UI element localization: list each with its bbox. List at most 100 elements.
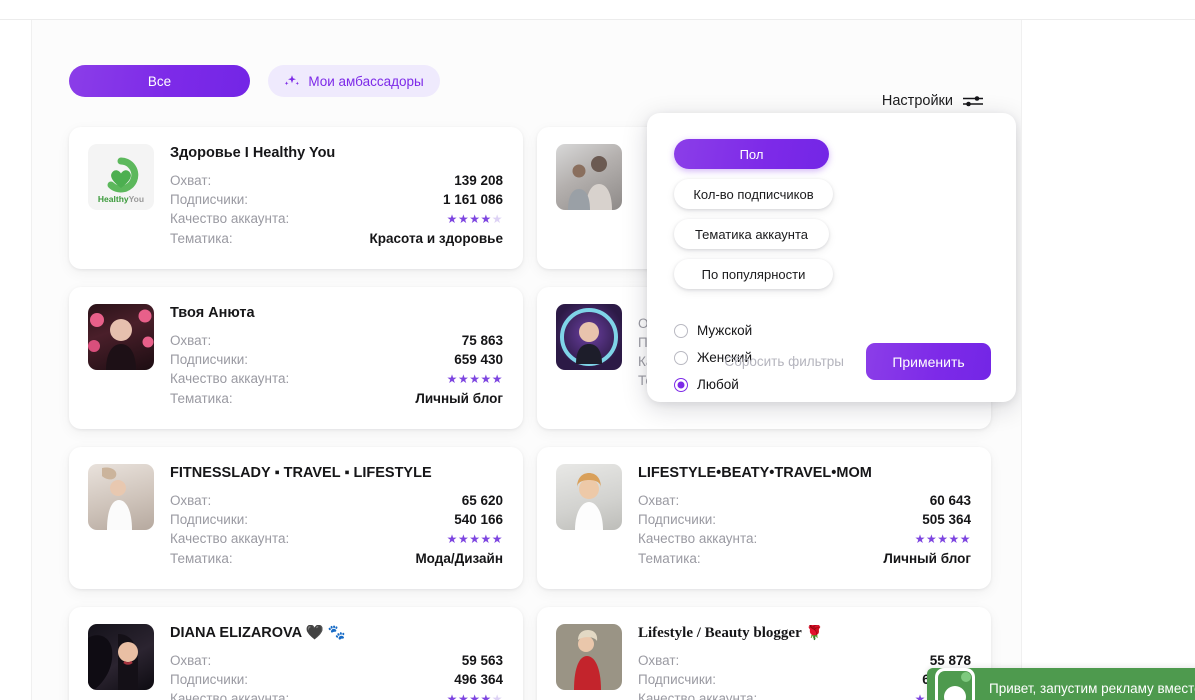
filter-pill-label: Тематика аккаунта — [694, 226, 809, 242]
stat-label: Качество аккаунта: — [170, 211, 290, 226]
settings-toggle[interactable]: Настройки — [882, 90, 984, 112]
tab-my-ambassadors-label: Мои амбассадоры — [308, 73, 424, 89]
stat-label: Тематика: — [170, 231, 233, 246]
stat-followers: Подписчики: 540 166 — [170, 510, 503, 529]
table-row[interactable]: LIFESTYLE•BEATY•TRAVEL•MOM Охват: 60 643… — [537, 447, 991, 589]
stat-value: 1 161 086 — [442, 192, 503, 207]
table-row[interactable]: FITNESSLADY ▪ TRAVEL ▪ LIFESTYLE Охват: … — [69, 447, 523, 589]
healthy-you-logo-icon: HealthyYou — [98, 157, 144, 204]
table-row[interactable]: HealthyYou Здоровье I Healthy You Охват:… — [69, 127, 523, 269]
tab-bar: Все Мои амбассадоры — [69, 65, 991, 97]
stat-followers: Подписчики: 663 413 — [638, 670, 971, 689]
radio-option-male[interactable]: Мужской — [674, 317, 991, 344]
stat-followers: Подписчики: 496 364 — [170, 670, 503, 689]
stat-value: 65 620 — [461, 493, 503, 508]
fitness-woman-photo-icon — [102, 467, 132, 530]
woman-with-flowers-photo-icon — [88, 309, 154, 370]
filter-pill-gender[interactable]: Пол — [674, 139, 829, 169]
settings-popup: Пол Кол-во подписчиков Тематика аккаунта… — [647, 113, 1016, 402]
popup-action-bar: Сбросить фильтры Применить — [674, 343, 991, 380]
card-body: Твоя Анюта Охват: 75 863 Подписчики: 659… — [170, 304, 503, 429]
avatar — [88, 464, 154, 530]
stat-value: 60 643 — [929, 493, 971, 508]
reset-filters-button[interactable]: Сбросить фильтры — [724, 354, 844, 369]
filter-pill-group: Пол Кол-во подписчиков Тематика аккаунта… — [674, 139, 991, 289]
avatar — [88, 304, 154, 370]
filter-pill-followers-count[interactable]: Кол-во подписчиков — [674, 179, 833, 209]
stat-label: Подписчики: — [638, 672, 717, 687]
stat-label: Охват: — [638, 653, 680, 668]
stat-topic: Тематика: Личный блог — [170, 389, 503, 408]
stat-label: Качество аккаунта: — [638, 531, 758, 546]
stat-value: Мода/Дизайн — [415, 551, 503, 566]
filter-pill-label: По популярности — [701, 266, 806, 282]
tab-all[interactable]: Все — [69, 65, 250, 97]
filter-pill-popularity[interactable]: По популярности — [674, 259, 833, 289]
stat-quality: Качество аккаунта: ★★★★★ — [170, 529, 503, 549]
blonde-woman-photo-icon — [575, 473, 603, 530]
stat-value: 75 863 — [461, 333, 503, 348]
stat-quality: Качество аккаунта: ★★★★★ — [170, 369, 503, 389]
stat-reach: Охват: 55 878 — [638, 651, 971, 670]
stat-followers: Подписчики: 1 161 086 — [170, 190, 503, 209]
stat-label: Качество аккаунта: — [170, 531, 290, 546]
card-title: LIFESTYLE•BEATY•TRAVEL•MOM — [638, 465, 872, 481]
app-page: Все Мои амбассадоры Настройки HealthyYou… — [0, 0, 1195, 700]
table-row[interactable]: Твоя Анюта Охват: 75 863 Подписчики: 659… — [69, 287, 523, 429]
avatar — [556, 304, 622, 370]
sliders-icon — [963, 96, 983, 107]
chat-avatar — [935, 668, 975, 700]
avatar — [88, 624, 154, 690]
stat-label: Подписчики: — [170, 192, 249, 207]
stat-followers: Подписчики: 659 430 — [170, 350, 503, 369]
stat-reach: Охват: 75 863 — [170, 331, 503, 350]
apply-filters-button[interactable]: Применить — [866, 343, 991, 380]
table-row[interactable]: DIANA ELIZAROVA 🖤 🐾 Охват: 59 563 Подпис… — [69, 607, 523, 700]
stat-followers: Подписчики: 505 364 — [638, 510, 971, 529]
filter-pill-account-topic[interactable]: Тематика аккаунта — [674, 219, 829, 249]
avatar: HealthyYou — [88, 144, 154, 210]
rating-stars: ★★★★★ — [446, 692, 503, 700]
rating-stars: ★★★★★ — [446, 532, 503, 546]
stat-label: Охват: — [170, 653, 212, 668]
browser-top-bar — [0, 0, 1195, 20]
stat-value: 139 208 — [454, 173, 503, 188]
stat-label: Подписчики: — [170, 512, 249, 527]
tab-all-label: Все — [147, 73, 172, 89]
svg-text:HealthyYou: HealthyYou — [98, 194, 144, 204]
chat-message: Привет, запустим рекламу вместе? — [989, 680, 1195, 696]
rating-stars: ★★★★★ — [446, 372, 503, 386]
avatar — [556, 624, 622, 690]
chat-widget[interactable]: Привет, запустим рекламу вместе? — [927, 668, 1195, 700]
mother-and-child-photo-icon — [568, 156, 612, 210]
red-dress-woman-photo-icon — [556, 624, 622, 690]
stat-value: 505 364 — [922, 512, 971, 527]
card-body: Lifestyle / Beauty blogger 🌹 Охват: 55 8… — [638, 624, 971, 700]
card-body: DIANA ELIZAROVA 🖤 🐾 Охват: 59 563 Подпис… — [170, 624, 503, 700]
card-body: LIFESTYLE•BEATY•TRAVEL•MOM Охват: 60 643… — [638, 464, 971, 589]
stat-label: Тематика: — [638, 551, 701, 566]
stat-label: Подписчики: — [170, 352, 249, 367]
rating-stars: ★★★★★ — [914, 532, 971, 546]
stat-label: Охват: — [170, 333, 212, 348]
stat-reach: Охват: 139 208 — [170, 171, 503, 190]
stat-topic: Тематика: Красота и здоровье — [170, 229, 503, 248]
tab-my-ambassadors[interactable]: Мои амбассадоры — [268, 65, 440, 97]
card-body: FITNESSLADY ▪ TRAVEL ▪ LIFESTYLE Охват: … — [170, 464, 503, 589]
stat-value: Красота и здоровье — [369, 231, 503, 246]
stat-quality: Качество аккаунта: ★★★★★ — [170, 689, 503, 700]
stat-value: 540 166 — [454, 512, 503, 527]
stat-label: Тематика: — [170, 551, 233, 566]
stat-value: 659 430 — [454, 352, 503, 367]
card-title: FITNESSLADY ▪ TRAVEL ▪ LIFESTYLE — [170, 465, 432, 481]
stat-quality: Качество аккаунта: ★★★★★ — [638, 689, 971, 700]
stat-reach: Охват: 65 620 — [170, 491, 503, 510]
stat-quality: Качество аккаунта: ★★★★★ — [638, 529, 971, 549]
card-title: DIANA ELIZAROVA 🖤 🐾 — [170, 625, 346, 641]
stat-label: Охват: — [170, 493, 212, 508]
stat-quality: Качество аккаунта: ★★★★★ — [170, 209, 503, 229]
radio-label: Мужской — [697, 323, 753, 338]
table-row[interactable]: Lifestyle / Beauty blogger 🌹 Охват: 55 8… — [537, 607, 991, 700]
radio-circle-icon — [674, 323, 688, 338]
card-title: Здоровье I Healthy You — [170, 145, 336, 161]
